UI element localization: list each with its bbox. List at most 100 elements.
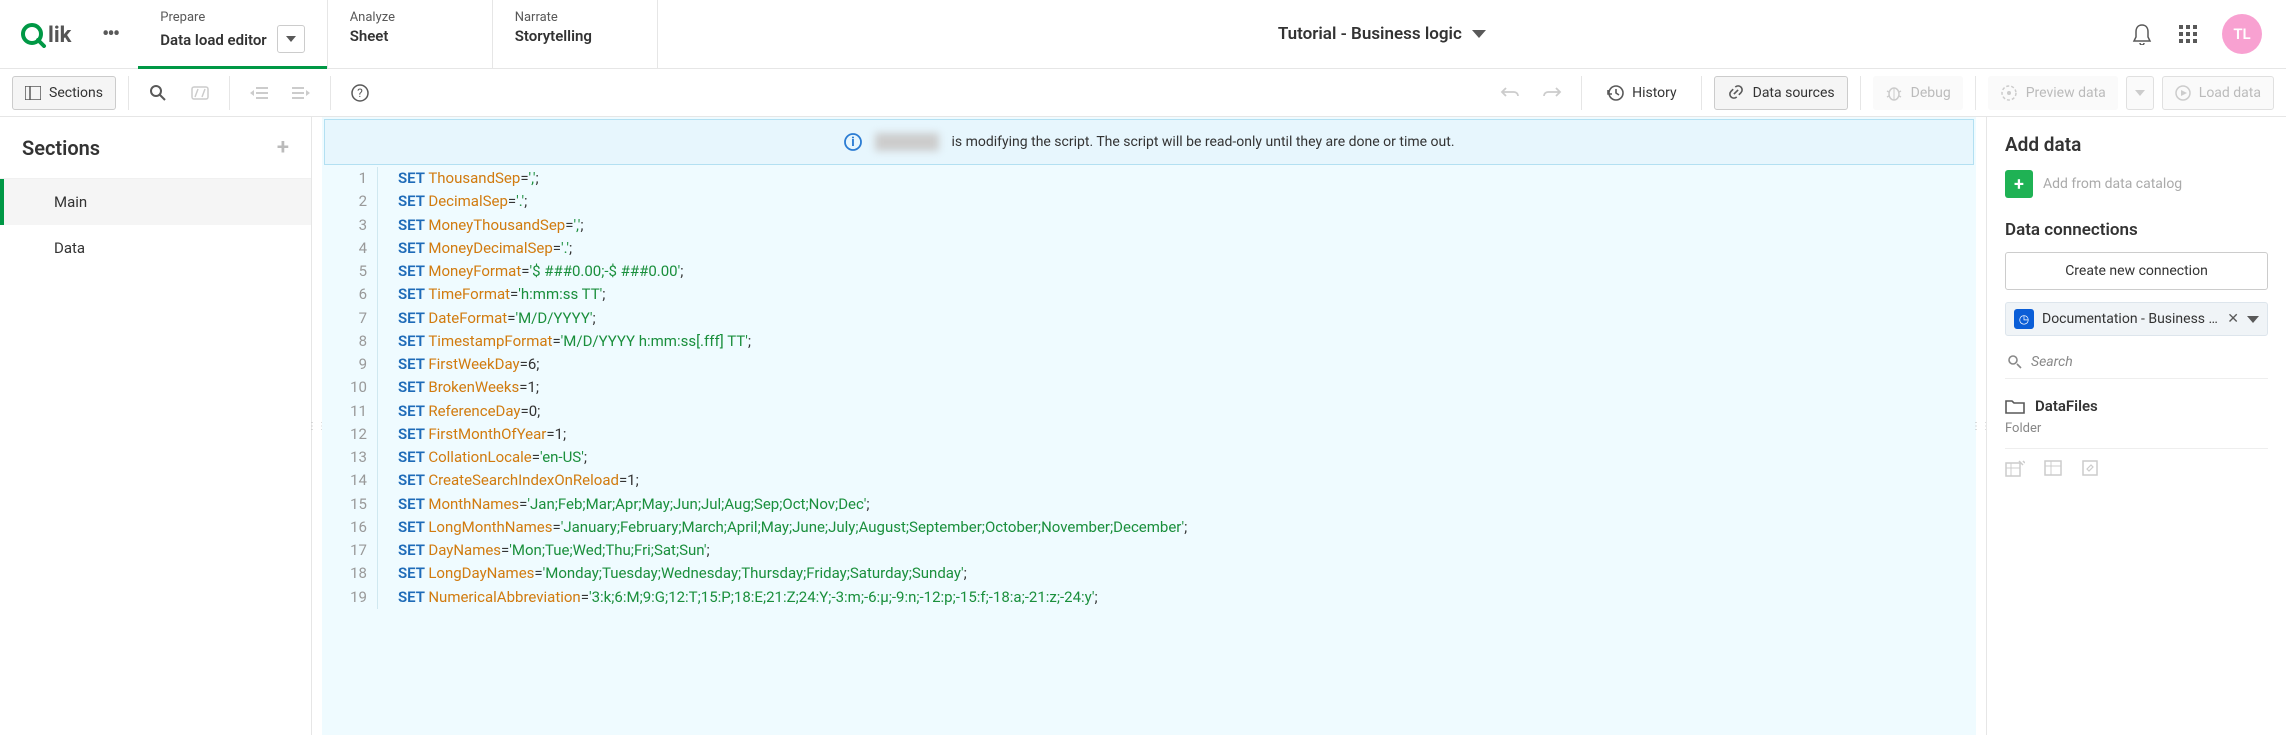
- line-number: 11: [322, 400, 378, 423]
- logo-area: lik •••: [0, 0, 138, 68]
- data-panel: Add data + Add from data catalog Data co…: [1986, 117, 2286, 735]
- link-icon: [1727, 84, 1745, 102]
- tab-narrate[interactable]: Narrate Storytelling: [493, 0, 658, 68]
- svg-text:i: i: [852, 135, 855, 150]
- line-number: 7: [322, 307, 378, 330]
- datafiles-label: DataFiles: [2035, 397, 2098, 415]
- user-avatar[interactable]: TL: [2222, 14, 2262, 54]
- help-button[interactable]: ?: [343, 76, 377, 110]
- remove-connection-button[interactable]: ✕: [2227, 311, 2239, 327]
- code-line[interactable]: SET LongDayNames='Monday;Tuesday;Wednesd…: [378, 562, 967, 585]
- code-line[interactable]: SET FirstWeekDay=6;: [378, 353, 539, 376]
- app-title-area[interactable]: Tutorial - Business logic: [658, 0, 2106, 68]
- folder-icon: [2005, 398, 2025, 414]
- preview-data-button[interactable]: Preview data: [1988, 76, 2118, 110]
- divider: [1975, 76, 1976, 110]
- search-button[interactable]: [141, 76, 175, 110]
- code-line[interactable]: SET DayNames='Mon;Tue;Wed;Thu;Fri;Sat;Su…: [378, 539, 710, 562]
- code-line[interactable]: SET MoneyFormat='$ ###0.00;-$ ###0.00';: [378, 260, 683, 283]
- code-line[interactable]: SET BrokenWeeks=1;: [378, 376, 539, 399]
- code-line[interactable]: SET MoneyThousandSep=',';: [378, 214, 584, 237]
- line-number: 6: [322, 283, 378, 306]
- debug-button[interactable]: Debug: [1873, 76, 1963, 110]
- tab-narrate-label: Narrate: [515, 10, 635, 25]
- prepare-dropdown-button[interactable]: [277, 25, 305, 53]
- resize-handle-left[interactable]: ⋮⋮: [312, 117, 322, 735]
- undo-icon: [1500, 86, 1520, 100]
- outdent-button[interactable]: [242, 76, 276, 110]
- code-line[interactable]: SET DecimalSep='.';: [378, 190, 527, 213]
- code-line[interactable]: SET CollationLocale='en-US';: [378, 446, 587, 469]
- sections-sidebar: Sections + Main Data: [0, 117, 312, 735]
- comment-button[interactable]: [183, 76, 217, 110]
- search-placeholder: Search: [2031, 354, 2073, 370]
- editor-column: i is modifying the script. The script wi…: [322, 117, 1976, 735]
- add-data-heading: Add data: [2005, 133, 2268, 156]
- undo-button[interactable]: [1493, 76, 1527, 110]
- sections-toggle-label: Sections: [49, 85, 103, 101]
- code-line[interactable]: SET MonthNames='Jan;Feb;Mar;Apr;May;Jun;…: [378, 493, 870, 516]
- resize-handle-right[interactable]: ⋮⋮: [1976, 117, 1986, 735]
- code-line[interactable]: SET NumericalAbbreviation='3:k;6:M;9:G;1…: [378, 586, 1098, 609]
- readonly-notice: i is modifying the script. The script wi…: [324, 119, 1974, 165]
- line-number: 3: [322, 214, 378, 237]
- code-line[interactable]: SET DateFormat='M/D/YYYY';: [378, 307, 596, 330]
- more-icon[interactable]: •••: [102, 22, 118, 47]
- code-editor[interactable]: 1SET ThousandSep=',';2SET DecimalSep='.'…: [322, 167, 1976, 735]
- debug-label: Debug: [1911, 85, 1951, 101]
- code-line[interactable]: SET FirstMonthOfYear=1;: [378, 423, 566, 446]
- plus-icon: +: [2005, 170, 2033, 198]
- search-icon: [2007, 354, 2023, 370]
- load-data-label: Load data: [2199, 85, 2261, 101]
- main-row: Sections + Main Data ⋮⋮ i is modifying t…: [0, 117, 2286, 735]
- sections-toggle-button[interactable]: Sections: [12, 76, 116, 110]
- section-item-main[interactable]: Main: [0, 179, 311, 225]
- datafiles-type: Folder: [2005, 421, 2268, 436]
- topbar-right: TL: [2106, 0, 2286, 68]
- line-number: 1: [322, 167, 378, 190]
- tab-analyze[interactable]: Analyze Sheet: [328, 0, 493, 68]
- line-number: 4: [322, 237, 378, 260]
- redacted-user: [875, 133, 939, 151]
- code-line[interactable]: SET ReferenceDay=0;: [378, 400, 540, 423]
- datafiles-item[interactable]: DataFiles: [2005, 393, 2268, 419]
- notifications-button[interactable]: [2130, 22, 2154, 46]
- app-launcher-button[interactable]: [2176, 22, 2200, 46]
- code-line[interactable]: SET TimestampFormat='M/D/YYYY h:mm:ss[.f…: [378, 330, 751, 353]
- preview-dropdown-button[interactable]: [2126, 76, 2154, 110]
- add-from-catalog-button[interactable]: + Add from data catalog: [2005, 170, 2268, 198]
- outdent-icon: [250, 86, 268, 100]
- add-section-button[interactable]: +: [277, 135, 289, 160]
- divider: [330, 76, 331, 110]
- code-line[interactable]: SET MoneyDecimalSep='.';: [378, 237, 572, 260]
- play-icon: [2175, 85, 2191, 101]
- line-number: 5: [322, 260, 378, 283]
- divider: [229, 76, 230, 110]
- connection-name: Documentation - Business Logic ...: [2042, 311, 2219, 327]
- data-sources-label: Data sources: [1753, 85, 1835, 101]
- history-label: History: [1632, 85, 1677, 101]
- create-connection-button[interactable]: Create new connection: [2005, 252, 2268, 290]
- search-icon: [149, 84, 167, 102]
- bug-icon: [1885, 85, 1903, 101]
- indent-button[interactable]: [284, 76, 318, 110]
- divider: [1860, 76, 1861, 110]
- load-data-button[interactable]: Load data: [2162, 76, 2274, 110]
- code-line[interactable]: SET ThousandSep=',';: [378, 167, 539, 190]
- code-line[interactable]: SET TimeFormat='h:mm:ss TT';: [378, 283, 605, 306]
- edit-connection-icon[interactable]: [2081, 459, 2101, 477]
- redo-button[interactable]: [1535, 76, 1569, 110]
- connection-search[interactable]: Search: [2005, 346, 2268, 379]
- section-item-data[interactable]: Data: [0, 225, 311, 271]
- history-button[interactable]: History: [1594, 76, 1689, 110]
- insert-script-icon[interactable]: [2043, 459, 2063, 477]
- tab-prepare[interactable]: Prepare Data load editor: [138, 0, 327, 68]
- select-data-icon[interactable]: [2005, 459, 2025, 477]
- space-icon: ◷: [2014, 309, 2034, 329]
- connection-chip[interactable]: ◷ Documentation - Business Logic ... ✕: [2005, 302, 2268, 336]
- data-sources-button[interactable]: Data sources: [1714, 76, 1848, 110]
- line-number: 17: [322, 539, 378, 562]
- code-line[interactable]: SET CreateSearchIndexOnReload=1;: [378, 469, 639, 492]
- code-line[interactable]: SET LongMonthNames='January;February;Mar…: [378, 516, 1187, 539]
- line-number: 9: [322, 353, 378, 376]
